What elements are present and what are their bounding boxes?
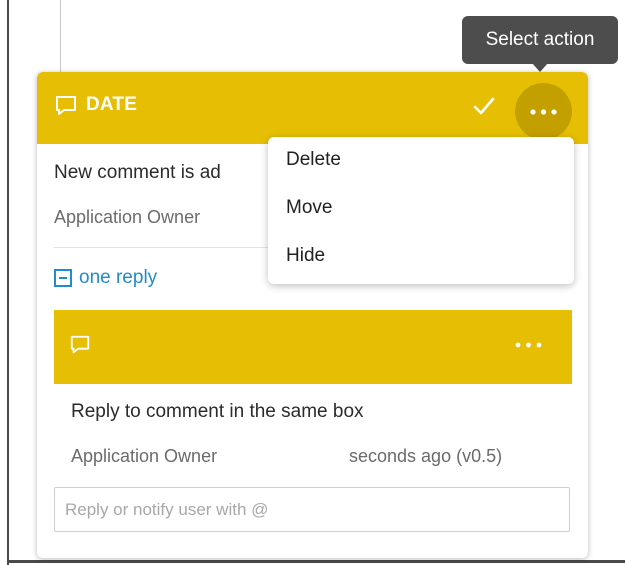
background-divider	[60, 0, 61, 72]
more-dots-icon	[530, 109, 557, 115]
comment-header: DATE	[37, 72, 588, 144]
comment-author: Application Owner	[54, 207, 201, 227]
check-icon[interactable]	[471, 93, 497, 119]
reply-text: Reply to comment in the same box	[71, 401, 364, 422]
reply-header	[54, 310, 572, 384]
menu-item-delete[interactable]: Delete	[268, 137, 574, 183]
tooltip: Select action	[462, 16, 618, 64]
minus-square-icon	[54, 269, 72, 287]
window-edge-left	[7, 0, 9, 565]
comment-icon	[56, 96, 76, 115]
tooltip-arrow	[532, 63, 548, 72]
menu-item-move[interactable]: Move	[268, 185, 574, 231]
replies-count-link[interactable]: one reply	[79, 267, 157, 289]
more-actions-button[interactable]	[515, 83, 572, 140]
window-edge-bottom	[7, 560, 625, 563]
comment-icon	[70, 335, 90, 354]
reply-input[interactable]	[54, 487, 570, 532]
comment-title: DATE	[86, 94, 138, 115]
comment-text: New comment is ad	[54, 162, 221, 183]
menu-item-hide[interactable]: Hide	[268, 233, 574, 279]
action-menu: Delete Move Hide	[268, 137, 574, 284]
reply-author: Application Owner	[71, 446, 218, 466]
reply-more-dots-icon[interactable]	[515, 342, 542, 348]
reply-timestamp: seconds ago (v0.5)	[349, 446, 503, 466]
